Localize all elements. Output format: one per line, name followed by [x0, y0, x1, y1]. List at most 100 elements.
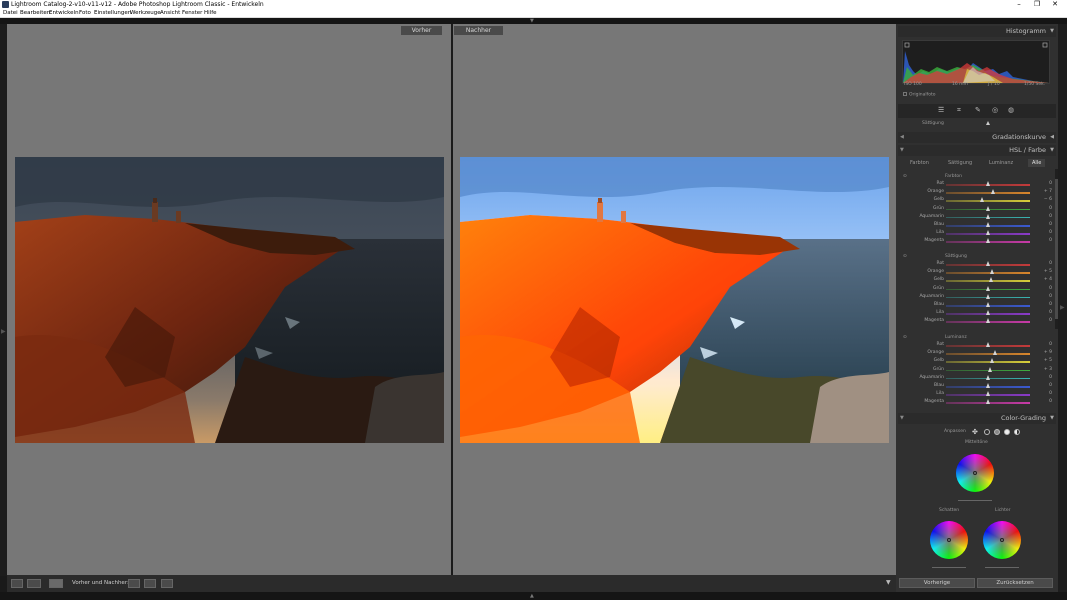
slider-value[interactable]: 0: [1049, 260, 1052, 268]
slider-value[interactable]: 0: [1049, 237, 1052, 245]
highlights-mode-icon[interactable]: [1004, 429, 1010, 435]
maximize-button[interactable]: ❐: [1029, 0, 1045, 9]
slider-thumb[interactable]: [985, 342, 990, 347]
slider-value[interactable]: + 3: [1044, 366, 1052, 374]
tab-luminance[interactable]: Luminanz: [989, 159, 1013, 167]
swap-before-after-button[interactable]: [161, 579, 173, 588]
toolbar-menu-chevron-icon[interactable]: ▼: [886, 579, 891, 586]
masking-icon[interactable]: ◍: [1008, 106, 1014, 114]
slider-value[interactable]: 0: [1049, 180, 1052, 188]
shadows-mode-icon[interactable]: [984, 429, 990, 435]
slider-thumb[interactable]: [985, 383, 990, 388]
menu-einstellungen[interactable]: Einstellungen: [94, 9, 131, 18]
slider-thumb[interactable]: [985, 318, 990, 324]
after-photo[interactable]: [460, 157, 889, 443]
previous-button[interactable]: Vorherige: [899, 578, 975, 588]
midtones-luminance-slider[interactable]: [958, 500, 992, 501]
slider-thumb[interactable]: [988, 366, 993, 372]
hsl-header[interactable]: ▼ HSL / Farbe ▼: [898, 145, 1056, 156]
shadows-color-wheel[interactable]: [930, 521, 968, 559]
highlights-color-wheel[interactable]: [983, 521, 1021, 559]
three-way-icon[interactable]: ✤: [972, 428, 978, 436]
minimize-button[interactable]: –: [1011, 0, 1027, 9]
menu-hilfe[interactable]: Hilfe: [204, 9, 217, 18]
slider-thumb[interactable]: [985, 181, 990, 186]
loupe-view-button[interactable]: [11, 579, 23, 588]
slider-track[interactable]: [946, 200, 1030, 202]
slider-thumb[interactable]: [985, 261, 990, 266]
wheel-center-handle[interactable]: [947, 538, 951, 542]
slider-thumb[interactable]: [985, 230, 990, 236]
before-after-mode-button[interactable]: [49, 579, 63, 588]
slider-thumb[interactable]: [989, 269, 994, 275]
slider-value[interactable]: 0: [1049, 309, 1052, 317]
tab-all[interactable]: Alle: [1028, 159, 1046, 167]
left-panel-toggle[interactable]: ▶: [0, 24, 7, 576]
slider-value[interactable]: + 7: [1044, 188, 1052, 196]
wheel-center-handle[interactable]: [973, 471, 977, 475]
midtones-mode-icon[interactable]: [994, 429, 1000, 435]
menu-fenster[interactable]: Fenster: [182, 9, 202, 18]
slider-thumb[interactable]: [985, 310, 990, 316]
slider-value[interactable]: 0: [1049, 382, 1052, 390]
slider-value[interactable]: 0: [1049, 285, 1052, 293]
slider-value[interactable]: + 9: [1044, 349, 1052, 357]
slider-thumb[interactable]: [985, 399, 990, 405]
scrollbar-thumb[interactable]: [1055, 179, 1058, 319]
menu-foto[interactable]: Foto: [79, 9, 91, 18]
slider-thumb[interactable]: [985, 391, 990, 397]
slider-thumb[interactable]: [980, 197, 985, 203]
red-eye-icon[interactable]: ◎: [992, 106, 998, 114]
midtones-color-wheel[interactable]: [956, 454, 994, 492]
slider-value[interactable]: 0: [1049, 205, 1052, 213]
global-mode-icon[interactable]: [1014, 429, 1020, 435]
slider-thumb[interactable]: [985, 238, 990, 244]
crop-icon[interactable]: ⌗: [957, 106, 961, 115]
healing-brush-icon[interactable]: ✎: [975, 106, 981, 114]
before-photo[interactable]: [15, 157, 444, 443]
copy-before-to-after-button[interactable]: [128, 579, 140, 588]
right-panel-toggle[interactable]: ▶: [1058, 24, 1067, 592]
slider-track[interactable]: [946, 272, 1030, 274]
slider-thumb[interactable]: [985, 205, 990, 211]
menu-datei[interactable]: Datei: [3, 9, 18, 18]
slider-value[interactable]: 0: [1049, 341, 1052, 349]
slider-value[interactable]: + 5: [1044, 268, 1052, 276]
tab-hue[interactable]: Farbton: [910, 159, 929, 167]
target-adjustment-icon[interactable]: ⊙: [903, 335, 907, 340]
tab-saturation[interactable]: Sättigung: [948, 159, 972, 167]
sliders-icon[interactable]: ☰: [938, 106, 944, 114]
menu-bearbeiten[interactable]: Bearbeiten: [20, 9, 50, 18]
slider-thumb[interactable]: [985, 222, 990, 227]
target-adjustment-icon[interactable]: ⊙: [903, 174, 907, 179]
slider-value[interactable]: − 6: [1044, 196, 1052, 204]
slider-value[interactable]: + 5: [1044, 357, 1052, 365]
panel-scrollbar[interactable]: [1055, 169, 1058, 329]
slider-track[interactable]: [946, 361, 1030, 363]
color-grading-header[interactable]: ▼ Color-Grading ▼: [898, 413, 1056, 424]
original-photo-checkbox[interactable]: Originalfoto: [903, 92, 935, 98]
slider-value[interactable]: 0: [1049, 229, 1052, 237]
slider-value[interactable]: 0: [1049, 317, 1052, 325]
slider-thumb[interactable]: [985, 302, 990, 307]
slider-thumb[interactable]: [985, 213, 990, 219]
menu-ansicht[interactable]: Ansicht: [160, 9, 180, 18]
slider-thumb[interactable]: [988, 277, 993, 283]
slider-track[interactable]: [946, 192, 1030, 194]
histogram-header[interactable]: Histogramm ▼: [898, 26, 1056, 37]
slider-thumb[interactable]: [985, 374, 990, 380]
highlights-luminance-slider[interactable]: [985, 567, 1019, 568]
filmstrip-toggle[interactable]: ▲: [0, 592, 1067, 600]
slider-value[interactable]: 0: [1049, 213, 1052, 221]
slider-value[interactable]: 0: [1049, 390, 1052, 398]
target-adjustment-icon[interactable]: ⊙: [903, 254, 907, 259]
menu-entwickeln[interactable]: Entwickeln: [49, 9, 79, 18]
copy-after-to-before-button[interactable]: [144, 579, 156, 588]
slider-thumb[interactable]: [989, 358, 994, 364]
slider-thumb[interactable]: [986, 121, 990, 125]
slider-value[interactable]: 0: [1049, 293, 1052, 301]
slider-value[interactable]: + 4: [1044, 276, 1052, 284]
menu-werkzeuge[interactable]: Werkzeuge: [130, 9, 161, 18]
compare-view-button[interactable]: [27, 579, 41, 588]
reset-button[interactable]: Zurücksetzen: [977, 578, 1053, 588]
